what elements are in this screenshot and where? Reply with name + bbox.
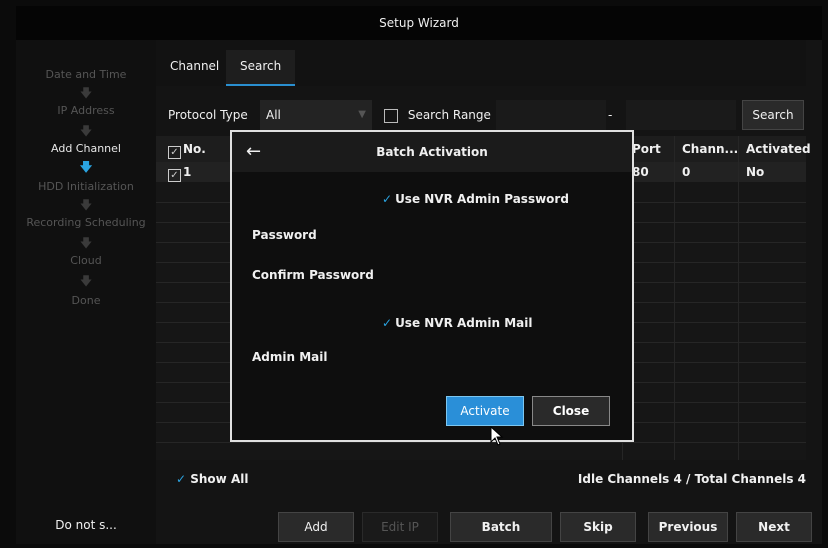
step-ip-address: IP Address bbox=[57, 104, 115, 117]
column-no[interactable]: ✓ No. bbox=[168, 136, 206, 162]
column-activated: Activated bbox=[746, 142, 811, 156]
range-dash: - bbox=[608, 108, 613, 122]
protocol-type-value: All bbox=[266, 108, 281, 122]
column-divider bbox=[738, 136, 739, 460]
range-end-input[interactable] bbox=[626, 100, 736, 130]
tab-channel[interactable]: Channel bbox=[156, 50, 233, 86]
step-done: Done bbox=[71, 294, 101, 307]
search-range-checkbox[interactable]: Search Range bbox=[384, 100, 491, 130]
batch-activation-dialog: ← Batch Activation ✓ Use NVR Admin Passwo… bbox=[230, 130, 634, 446]
search-range-label: Search Range bbox=[407, 108, 491, 122]
checkmark-icon: ✓ bbox=[382, 316, 393, 330]
activate-button[interactable]: Activate bbox=[446, 396, 524, 426]
previous-button[interactable]: Previous bbox=[648, 512, 728, 542]
protocol-type-select[interactable]: All ▼ bbox=[260, 100, 372, 130]
next-button[interactable]: Next bbox=[736, 512, 812, 542]
channel-counts: Idle Channels 4 / Total Channels 4 bbox=[577, 472, 806, 486]
wizard-sidebar: Date and Time 🡇 IP Address 🡇 Add Channel… bbox=[16, 40, 156, 544]
skip-button[interactable]: Skip bbox=[560, 512, 636, 542]
tab-search[interactable]: Search bbox=[226, 50, 296, 86]
grid-line bbox=[156, 442, 806, 443]
chevron-down-icon: ▼ bbox=[358, 109, 366, 120]
column-port: Port bbox=[632, 142, 661, 156]
row-no-cell: ✓ 1 bbox=[168, 162, 191, 182]
row-checkbox[interactable]: ✓ bbox=[168, 169, 181, 182]
row-no-value: 1 bbox=[183, 165, 192, 179]
dialog-title: Batch Activation bbox=[376, 145, 488, 159]
do-not-show-checkbox[interactable]: Do not s... bbox=[16, 518, 156, 532]
use-admin-password-label: Use NVR Admin Password bbox=[395, 192, 569, 206]
mouse-pointer-icon bbox=[490, 426, 504, 446]
step-arrow-icon: 🡇 bbox=[79, 160, 93, 174]
use-admin-mail-checkbox[interactable]: ✓ Use NVR Admin Mail bbox=[382, 316, 533, 330]
admin-mail-label: Admin Mail bbox=[252, 350, 328, 364]
column-no-label: No. bbox=[183, 142, 206, 156]
checkmark-icon: ✓ bbox=[176, 472, 187, 486]
checkmark-icon: ✓ bbox=[382, 192, 393, 206]
step-cloud: Cloud bbox=[70, 254, 102, 267]
close-button[interactable]: Close bbox=[532, 396, 610, 426]
edit-ip-button[interactable]: Edit IP bbox=[362, 512, 438, 542]
select-all-checkbox[interactable]: ✓ bbox=[168, 146, 181, 159]
column-channel: Chann... bbox=[682, 142, 739, 156]
step-date-and-time: Date and Time bbox=[45, 68, 127, 81]
confirm-password-label: Confirm Password bbox=[252, 268, 374, 282]
dialog-header: ← Batch Activation bbox=[232, 132, 632, 172]
show-all-label: Show All bbox=[190, 472, 249, 486]
use-admin-mail-label: Use NVR Admin Mail bbox=[395, 316, 533, 330]
protocol-type-label: Protocol Type bbox=[168, 108, 248, 122]
batch-activation-button[interactable]: Batch Activation bbox=[450, 512, 552, 542]
show-all-checkbox[interactable]: ✓ Show All bbox=[176, 472, 248, 486]
search-filter-bar: Protocol Type All ▼ Search Range - Searc… bbox=[156, 100, 806, 134]
search-button[interactable]: Search bbox=[742, 100, 804, 130]
add-button[interactable]: Add bbox=[278, 512, 354, 542]
step-hdd-initialization: HDD Initialization bbox=[38, 180, 134, 193]
row-activated-cell: No bbox=[746, 165, 765, 179]
step-arrow-icon: 🡇 bbox=[79, 274, 93, 288]
step-arrow-icon: 🡇 bbox=[79, 198, 93, 212]
column-divider bbox=[674, 136, 675, 460]
range-start-input[interactable] bbox=[496, 100, 606, 130]
tab-bar: Channel Search bbox=[156, 40, 806, 86]
use-admin-password-checkbox[interactable]: ✓ Use NVR Admin Password bbox=[382, 192, 569, 206]
password-label: Password bbox=[252, 228, 317, 242]
step-arrow-icon: 🡇 bbox=[79, 236, 93, 250]
row-channel-cell: 0 bbox=[682, 165, 691, 179]
window-title: Setup Wizard bbox=[16, 6, 822, 40]
row-port-cell: 80 bbox=[632, 165, 649, 179]
step-recording-scheduling: Recording Scheduling bbox=[26, 216, 146, 229]
step-arrow-icon: 🡇 bbox=[79, 124, 93, 138]
search-range-box bbox=[384, 108, 398, 123]
step-add-channel: Add Channel bbox=[51, 142, 121, 155]
wizard-button-bar: Add Edit IP Batch Activation Skip Previo… bbox=[140, 510, 812, 544]
step-arrow-icon: 🡇 bbox=[79, 86, 93, 100]
